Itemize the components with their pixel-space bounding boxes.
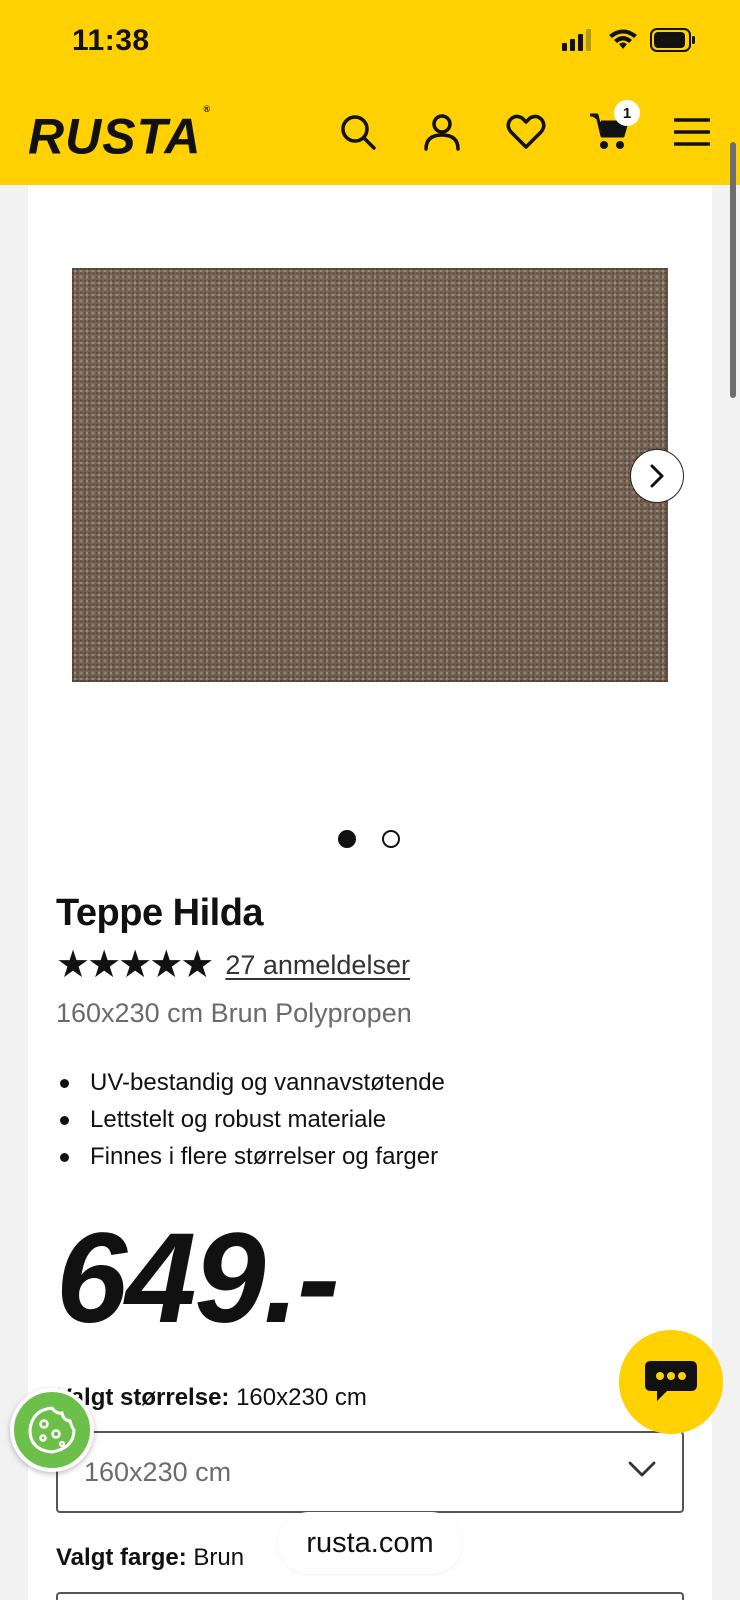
product-rating: ★★★★★ 27 anmeldelser [56, 946, 410, 984]
size-select[interactable]: 160x230 cm [56, 1431, 684, 1513]
size-select-value: 160x230 cm [84, 1456, 232, 1487]
browser-url-pill[interactable]: rusta.com [278, 1512, 462, 1574]
wifi-icon [609, 29, 637, 49]
cookie-settings-button[interactable] [10, 1388, 94, 1472]
color-label-key: Valgt farge: [56, 1544, 187, 1571]
chat-bubble-icon [645, 1361, 697, 1401]
product-title: Teppe Hilda [56, 892, 264, 934]
color-select[interactable] [56, 1592, 684, 1600]
browser-url: rusta.com [306, 1526, 434, 1559]
heart-icon [506, 114, 546, 149]
color-label-value: Brun [193, 1544, 245, 1571]
status-icons [562, 28, 696, 52]
account-button[interactable] [420, 110, 464, 154]
chevron-right-icon [650, 464, 664, 488]
selected-size-label: Valgt størrelse: 160x230 cm [56, 1384, 367, 1412]
feature-item: Lettstelt og robust materiale [58, 1101, 445, 1138]
menu-button[interactable] [670, 110, 714, 154]
chat-button[interactable] [619, 1330, 723, 1434]
cookie-icon [28, 1406, 76, 1454]
reviews-link[interactable]: 27 anmeldelser [225, 950, 410, 981]
wishlist-button[interactable] [504, 110, 548, 154]
rusta-logo[interactable]: RUSTA ® [28, 104, 211, 165]
feature-list: UV-bestandig og vannavstøtende Lettstelt… [58, 1064, 445, 1175]
gallery-dots [338, 830, 400, 848]
status-time: 11:38 [72, 24, 150, 57]
gallery-next-button[interactable] [630, 449, 684, 503]
chevron-down-icon [628, 1461, 656, 1477]
menu-icon [674, 118, 710, 146]
gallery-dot-1[interactable] [338, 830, 356, 848]
cart-count-badge: 1 [614, 100, 640, 126]
product-subtitle: 160x230 cm Brun Polypropen [56, 998, 412, 1028]
feature-item: UV-bestandig og vannavstøtende [58, 1064, 445, 1101]
logo-registered-mark: ® [203, 104, 212, 114]
account-icon [424, 114, 460, 151]
product-image[interactable] [72, 268, 668, 682]
rating-stars: ★★★★★ [56, 944, 214, 986]
search-button[interactable] [336, 110, 380, 154]
logo-text: RUSTA [28, 108, 202, 165]
product-price: 649.- [56, 1207, 340, 1350]
page-scrollbar[interactable] [730, 142, 736, 398]
size-label-value: 160x230 cm [236, 1384, 367, 1411]
signal-icon [562, 29, 591, 51]
cart-button[interactable]: 1 [588, 100, 640, 154]
selected-color-label: Valgt farge: Brun [56, 1544, 244, 1572]
battery-icon [650, 28, 695, 52]
feature-item: Finnes i flere størrelser og farger [58, 1138, 445, 1175]
search-icon [341, 115, 376, 150]
gallery-dot-2[interactable] [382, 830, 400, 848]
header-bar: 11:38 RUSTA ® 1 [0, 0, 740, 185]
